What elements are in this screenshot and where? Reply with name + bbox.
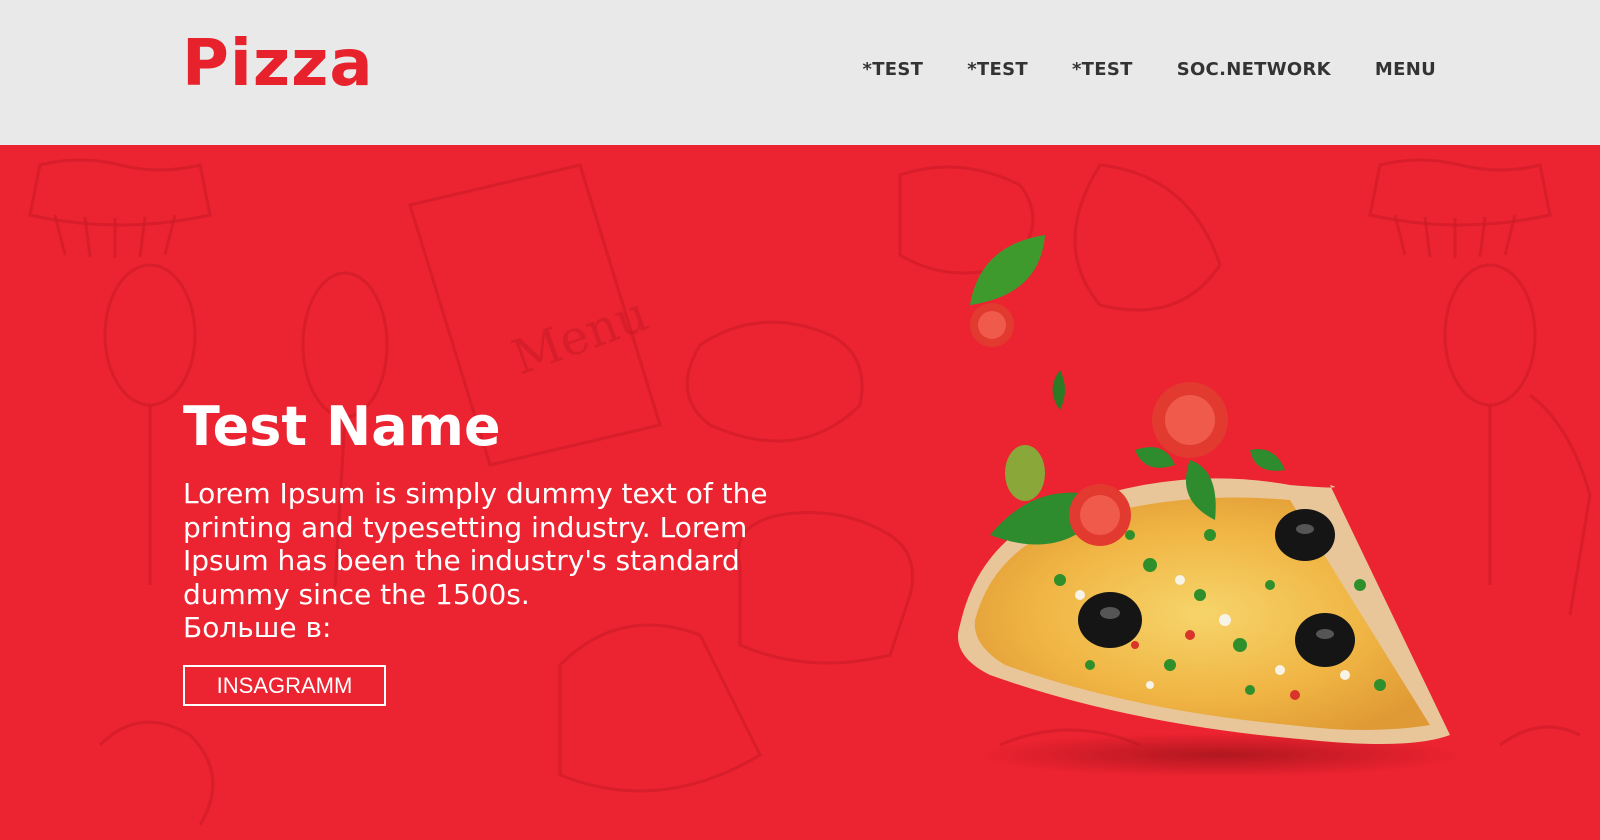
more-in-label: Больше в: xyxy=(183,611,332,644)
instagram-button[interactable]: INSAGRAMM xyxy=(183,665,386,706)
site-logo[interactable]: Pizza xyxy=(182,28,374,100)
nav-item-test-3[interactable]: *TEST xyxy=(1072,58,1133,82)
nav-item-test-1[interactable]: *TEST xyxy=(862,58,923,82)
svg-text:Menu: Menu xyxy=(505,286,655,386)
main-nav: *TEST *TEST *TEST SOC.NETWORK MENU xyxy=(818,58,1436,82)
site-header: Pizza *TEST *TEST *TEST SOC.NETWORK MENU xyxy=(0,0,1600,145)
nav-item-soc-network[interactable]: SOC.NETWORK xyxy=(1177,58,1331,82)
hero-title: Test Name xyxy=(183,395,501,458)
hero-description: Lorem Ipsum is simply dummy text of the … xyxy=(183,477,768,611)
nav-item-test-2[interactable]: *TEST xyxy=(967,58,1028,82)
hero-section: Menu Test Name Lorem Ipsum is simply dum… xyxy=(0,145,1600,840)
nav-item-menu[interactable]: MENU xyxy=(1375,58,1436,82)
pizza-slice-image xyxy=(958,235,1460,775)
